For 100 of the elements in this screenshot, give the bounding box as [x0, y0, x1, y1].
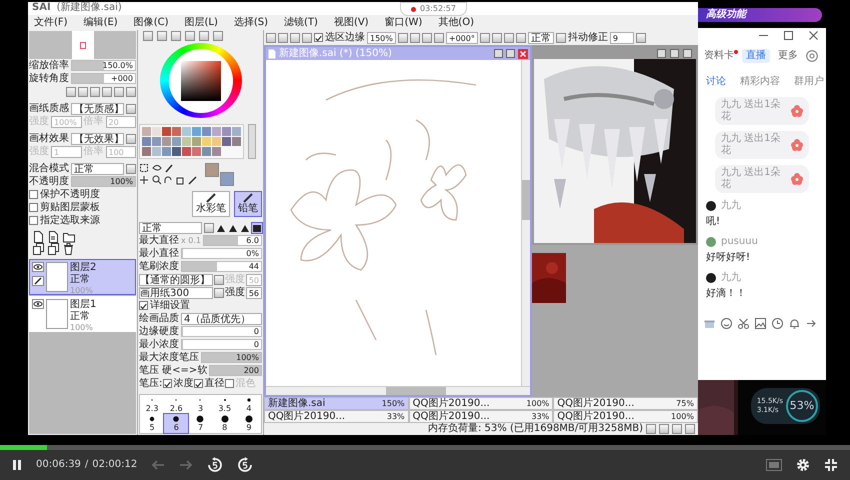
tool-button[interactable]: 水彩笔 [192, 191, 230, 217]
color-swatch[interactable] [182, 127, 191, 136]
nav-tab[interactable]: 资料卡 [704, 50, 734, 62]
scrollbar[interactable] [266, 386, 530, 395]
scissors-icon[interactable] [738, 318, 749, 328]
color-swatch[interactable] [202, 127, 211, 136]
minimize-button[interactable] [494, 49, 503, 58]
brush-size-option[interactable]: 9 [236, 414, 261, 433]
color-swatch[interactable] [205, 163, 219, 177]
color-swatch[interactable] [192, 127, 201, 136]
chat-tab[interactable]: 群用户 [794, 76, 824, 88]
color-swatch[interactable] [152, 137, 161, 146]
clock-icon[interactable] [772, 318, 783, 328]
menu-item[interactable]: 图像(C) [134, 16, 168, 28]
checkbox-label[interactable]: 直径 [204, 378, 224, 390]
copy-icon[interactable] [33, 243, 44, 255]
checkbox[interactable] [29, 203, 38, 212]
color-swatch[interactable] [162, 137, 171, 146]
menu-item[interactable]: 视图(V) [334, 16, 369, 28]
exit-fullscreen-icon[interactable] [824, 458, 838, 472]
chat-tab[interactable]: 精彩内容 [740, 76, 780, 88]
document-tab[interactable]: 新建图像.sai 150% [264, 397, 409, 410]
avatar[interactable] [706, 201, 716, 211]
color-swatch[interactable] [142, 127, 151, 136]
pause-icon[interactable] [12, 459, 22, 471]
slider[interactable]: 0 [181, 326, 262, 337]
page-icon[interactable] [33, 231, 44, 243]
dropdown[interactable]: 正常 [71, 162, 124, 174]
checkbox[interactable] [225, 379, 234, 388]
eye-icon[interactable] [32, 262, 44, 272]
folder-icon[interactable] [63, 231, 75, 243]
brush-size-option[interactable]: 3 [188, 395, 213, 414]
brush-size-option[interactable]: 2.6 [164, 395, 188, 414]
dropdown[interactable]: 【无质感】 [71, 102, 124, 114]
toolbar-button[interactable] [480, 32, 490, 42]
color-swatch[interactable] [142, 137, 151, 146]
brush-size-option[interactable]: 3.5 [212, 395, 237, 414]
color-swatch[interactable] [182, 137, 191, 146]
menu-item[interactable]: 窗口(W) [384, 16, 422, 28]
color-swatch[interactable] [232, 127, 241, 136]
toolbar-button[interactable] [434, 32, 444, 42]
brush-size-option[interactable]: 7 [188, 414, 213, 433]
layer-item[interactable]: 图层1 正常 100% [29, 296, 136, 332]
pen-icon[interactable] [32, 276, 44, 286]
angle-field[interactable]: +000° [446, 32, 478, 44]
nav-tab[interactable]: 更多 [778, 50, 798, 62]
copy-icon[interactable] [48, 243, 59, 255]
slider[interactable]: 200 [209, 365, 262, 376]
menu-item[interactable]: 其他(O) [438, 16, 474, 28]
brush-shape-icon[interactable] [228, 222, 238, 232]
color-swatch[interactable] [182, 147, 191, 156]
color-swatch[interactable] [212, 127, 221, 136]
color-swatch[interactable] [202, 137, 211, 146]
trash-icon[interactable] [63, 243, 74, 255]
brush-size-option[interactable]: 8 [212, 414, 237, 433]
dropdown-button[interactable] [214, 288, 224, 298]
brush-size-option[interactable]: 4 [236, 395, 261, 414]
slider[interactable]: 150.0% [71, 60, 136, 71]
slider[interactable]: 0% [181, 248, 262, 259]
color-swatch[interactable] [232, 137, 241, 146]
layer-item[interactable]: 图层2 正常 100% [29, 259, 136, 295]
maximize-icon[interactable] [784, 30, 793, 40]
maximize-button[interactable] [506, 49, 515, 58]
slider[interactable]: 0 [181, 339, 262, 350]
nav-tab[interactable]: 直播 [742, 49, 770, 63]
slider[interactable]: 100% [201, 352, 262, 363]
slider[interactable]: 100% [71, 176, 136, 187]
toolbar-button[interactable] [410, 32, 420, 42]
color-swatch[interactable] [222, 127, 231, 136]
back-arrow-icon[interactable] [151, 459, 166, 471]
checkbox-label[interactable]: 保护不透明度 [40, 188, 100, 200]
bell-icon[interactable] [789, 318, 800, 328]
image-icon[interactable] [755, 318, 766, 328]
color-swatch[interactable] [152, 127, 161, 136]
document-tab[interactable]: QQ图片20190... 75% [553, 397, 698, 410]
color-swatch[interactable] [152, 147, 161, 156]
color-swatch[interactable] [212, 137, 221, 146]
toolbar-button[interactable] [556, 32, 566, 42]
color-swatch[interactable] [192, 147, 201, 156]
slider[interactable]: +000 [71, 73, 136, 84]
dropdown[interactable]: 画用纸300 [139, 286, 213, 298]
toolbar-button[interactable] [492, 32, 502, 42]
rewind-icon[interactable] [207, 457, 224, 473]
brush-size-option[interactable]: 5 [140, 414, 164, 433]
close-icon[interactable] [809, 30, 818, 40]
checkbox[interactable] [29, 190, 38, 199]
checkbox[interactable] [29, 216, 38, 225]
eye-icon[interactable] [32, 299, 44, 309]
brush-shape-icon[interactable] [240, 222, 250, 232]
dropdown-button[interactable] [214, 274, 224, 284]
avatar[interactable] [706, 273, 716, 283]
tool-button[interactable]: 铅笔 [234, 191, 262, 217]
close-button[interactable] [683, 48, 692, 58]
document-tab[interactable]: QQ图片20190... 33% [264, 410, 409, 423]
checkbox-label[interactable]: 剪贴图层蒙板 [40, 202, 100, 214]
dropdown-button[interactable] [126, 104, 136, 114]
checkbox-label[interactable]: 选区边缘 [325, 32, 365, 44]
checkbox[interactable] [314, 33, 323, 42]
color-swatch[interactable] [142, 147, 151, 156]
menu-item[interactable]: 选择(S) [234, 16, 268, 28]
